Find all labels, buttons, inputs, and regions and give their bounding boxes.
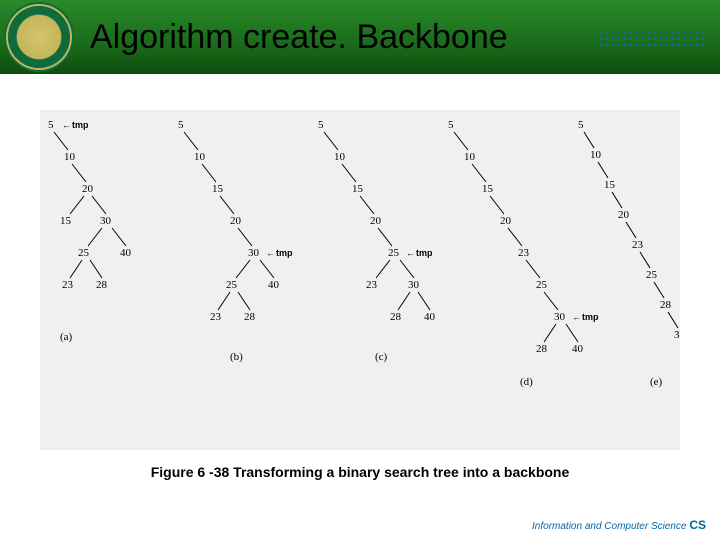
svg-text:20: 20 [82, 183, 94, 195]
dots-decoration-icon [598, 30, 708, 48]
svg-text:15: 15 [604, 179, 616, 191]
svg-text:40: 40 [268, 279, 280, 291]
svg-text:20: 20 [500, 215, 512, 227]
svg-text:40: 40 [572, 343, 584, 355]
svg-text:15: 15 [212, 183, 224, 195]
panel-b: 5 10 15 20 30 ←tmp 25 40 23 28 (b) [178, 119, 293, 363]
svg-text:40: 40 [120, 247, 132, 259]
svg-text:←: ← [62, 120, 71, 130]
svg-text:tmp: tmp [72, 120, 89, 130]
slide-title: Algorithm create. Backbone [90, 18, 508, 57]
panel-d: 5 10 15 20 23 25 30 ←tmp 28 40 (d) [448, 119, 599, 388]
svg-text:25: 25 [78, 247, 90, 259]
tree-diagrams: 5←tmp 10 20 15 30 25 40 23 28 (a) 5 10 1… [40, 110, 680, 450]
svg-text:10: 10 [194, 151, 206, 163]
panel-c-label: (c) [375, 351, 388, 363]
panel-d-label: (d) [520, 376, 533, 388]
svg-text:30: 30 [408, 279, 420, 291]
svg-text:23: 23 [632, 239, 644, 251]
svg-text:5: 5 [578, 119, 584, 131]
panel-e: 5 10 15 20 23 25 28 30 40←tmp (e) [578, 119, 680, 388]
svg-text:5: 5 [178, 119, 184, 131]
svg-text:25: 25 [536, 279, 548, 291]
svg-text:←: ← [266, 248, 275, 258]
svg-text:5: 5 [48, 119, 54, 131]
svg-text:28: 28 [390, 311, 402, 323]
svg-text:40: 40 [424, 311, 436, 323]
svg-text:28: 28 [244, 311, 256, 323]
svg-text:←: ← [406, 248, 415, 258]
svg-text:23: 23 [518, 247, 530, 259]
svg-text:28: 28 [96, 279, 108, 291]
svg-text:20: 20 [370, 215, 382, 227]
logo-text: Information and Computer Science [532, 521, 687, 532]
svg-text:30: 30 [674, 329, 680, 341]
svg-text:10: 10 [334, 151, 346, 163]
dept-logo: Information and Computer Science CS [532, 518, 706, 532]
svg-text:tmp: tmp [582, 312, 599, 322]
svg-text:10: 10 [590, 149, 602, 161]
svg-text:25: 25 [226, 279, 238, 291]
header-bar: Algorithm create. Backbone [0, 0, 720, 74]
svg-text:15: 15 [60, 215, 72, 227]
panel-a-label: (a) [60, 331, 73, 343]
svg-text:20: 20 [230, 215, 242, 227]
svg-text:←: ← [572, 312, 581, 322]
svg-text:10: 10 [64, 151, 76, 163]
figure-area: 5←tmp 10 20 15 30 25 40 23 28 (a) 5 10 1… [40, 110, 680, 450]
svg-text:15: 15 [352, 183, 364, 195]
svg-text:25: 25 [388, 247, 400, 259]
svg-text:23: 23 [210, 311, 222, 323]
svg-text:tmp: tmp [416, 248, 433, 258]
panel-b-label: (b) [230, 351, 243, 363]
svg-text:5: 5 [318, 119, 324, 131]
logo-badge-icon: CS [689, 518, 706, 532]
svg-text:15: 15 [482, 183, 494, 195]
svg-text:5: 5 [448, 119, 454, 131]
svg-text:28: 28 [660, 299, 672, 311]
svg-text:23: 23 [62, 279, 74, 291]
svg-text:25: 25 [646, 269, 658, 281]
panel-c: 5 10 15 20 25 ←tmp 23 30 28 40 (c) [318, 119, 436, 363]
svg-text:tmp: tmp [276, 248, 293, 258]
university-seal-icon [8, 6, 70, 68]
svg-text:20: 20 [618, 209, 630, 221]
svg-text:30: 30 [554, 311, 566, 323]
svg-text:23: 23 [366, 279, 378, 291]
svg-text:28: 28 [536, 343, 548, 355]
figure-caption: Figure 6 -38 Transforming a binary searc… [0, 464, 720, 480]
panel-e-label: (e) [650, 376, 663, 388]
svg-text:10: 10 [464, 151, 476, 163]
panel-a: 5 ←tmp 10 20 15 30 25 40 23 28 (a) [48, 119, 132, 343]
svg-text:30: 30 [248, 247, 260, 259]
svg-text:30: 30 [100, 215, 112, 227]
